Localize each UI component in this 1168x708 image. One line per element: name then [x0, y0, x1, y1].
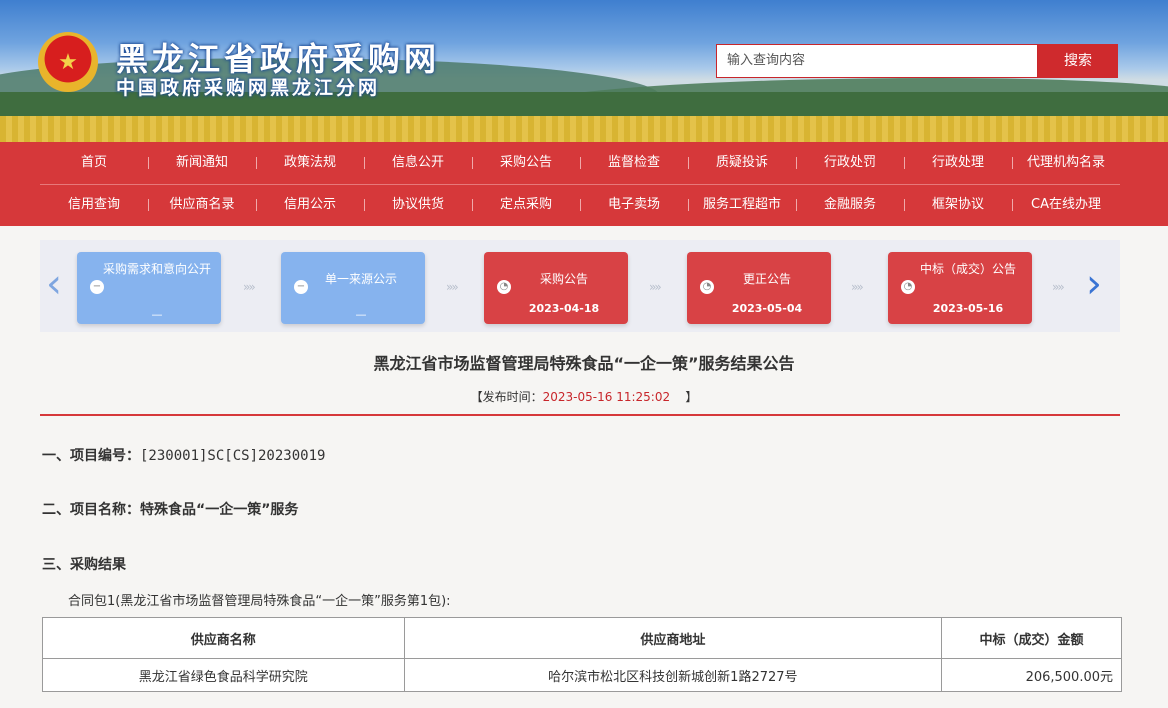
double-chevron-icon: »»	[1052, 280, 1065, 294]
step-date: —	[355, 308, 367, 321]
publish-time-value: 2023-05-16 11:25:02	[542, 390, 671, 404]
result-table: 供应商名称 供应商地址 中标（成交）金额 黑龙江省绿色食品科学研究院 哈尔滨市松…	[42, 617, 1122, 692]
progress-step[interactable]: ◔ 中标（成交）公告 2023-05-16	[888, 252, 1032, 324]
page-title: 黑龙江省市场监督管理局特殊食品“一企一策”服务结果公告	[373, 354, 795, 373]
nav-item-supplier-list[interactable]: 供应商名录	[148, 184, 256, 226]
step-label: 中标（成交）公告	[919, 262, 1016, 276]
step-date: 2023-05-04	[731, 302, 803, 315]
publish-time-end: 】	[685, 390, 698, 404]
chevron-left-icon[interactable]: ‹	[46, 264, 62, 304]
step-label: 更正公告	[742, 272, 791, 286]
publish-time-label: 【发布时间：	[470, 390, 543, 404]
step-label: 单一来源公示	[324, 272, 397, 286]
search-button[interactable]: 搜索	[1038, 44, 1118, 78]
supplier-address: 哈尔滨市松北区科技创新城创新1路2727号	[403, 658, 943, 692]
double-chevron-icon: »»	[446, 280, 459, 294]
progress-step[interactable]: ◔ 更正公告 2023-05-04	[687, 252, 831, 324]
double-chevron-icon: »»	[243, 280, 256, 294]
main-nav: 首页 新闻通知 政策法规 信息公开 采购公告 监督检查 质疑投诉 行政处罚 行政…	[0, 142, 1168, 226]
banner-field	[0, 116, 1168, 142]
step-label: 采购需求和意向公开	[102, 262, 211, 276]
section-value: 特殊食品“一企一策”服务	[140, 502, 299, 518]
nav-item-credit-query[interactable]: 信用查询	[40, 184, 148, 226]
nav-item-administrative[interactable]: 行政处理	[904, 142, 1012, 184]
title-divider	[40, 414, 1120, 416]
national-emblem-icon: ★	[38, 32, 98, 92]
minus-icon: −	[90, 280, 104, 294]
nav-item-agency-list[interactable]: 代理机构名录	[1012, 142, 1120, 184]
nav-item-policy[interactable]: 政策法规	[256, 142, 364, 184]
progress-step[interactable]: ◔ 采购公告 2023-04-18	[484, 252, 628, 324]
step-label: 采购公告	[539, 272, 588, 286]
progress-step[interactable]: − 单一来源公示 —	[281, 252, 425, 324]
nav-item-designated-procurement[interactable]: 定点采购	[472, 184, 580, 226]
table-header-row: 供应商名称 供应商地址 中标（成交）金额	[42, 617, 1122, 659]
progress-step[interactable]: − 采购需求和意向公开 —	[77, 252, 221, 324]
nav-item-service-market[interactable]: 服务工程超市	[688, 184, 796, 226]
section-label: 三、采购结果	[42, 557, 126, 573]
chevron-right-icon[interactable]: ›	[1086, 264, 1102, 304]
double-chevron-icon: »»	[851, 280, 864, 294]
section-project-number: 一、项目编号：[230001]SC[CS]20230019	[42, 445, 325, 465]
search-input[interactable]: 输入查询内容	[716, 44, 1038, 78]
header-banner: ★ 黑龙江省政府采购网 中国政府采购网黑龙江分网 输入查询内容 搜索	[0, 0, 1168, 142]
supplier-name: 黑龙江省绿色食品科学研究院	[42, 658, 405, 692]
nav-row-2: 信用查询 供应商名录 信用公示 协议供货 定点采购 电子卖场 服务工程超市 金融…	[40, 184, 1120, 226]
section-value: [230001]SC[CS]20230019	[140, 448, 326, 464]
section-label: 一、项目编号：	[42, 448, 140, 464]
nav-row-1: 首页 新闻通知 政策法规 信息公开 采购公告 监督检查 质疑投诉 行政处罚 行政…	[40, 142, 1120, 185]
step-date: 2023-04-18	[528, 302, 600, 315]
nav-item-info-disclosure[interactable]: 信息公开	[364, 142, 472, 184]
section-label: 二、项目名称：	[42, 502, 140, 518]
site-subtitle: 中国政府采购网黑龙江分网	[116, 77, 381, 99]
step-date: —	[151, 308, 163, 321]
nav-item-penalty[interactable]: 行政处罚	[796, 142, 904, 184]
nav-item-home[interactable]: 首页	[40, 142, 148, 184]
column-header: 供应商名称	[42, 617, 405, 659]
nav-item-financial-service[interactable]: 金融服务	[796, 184, 904, 226]
clock-icon: ◔	[901, 280, 915, 294]
nav-item-framework-agreement[interactable]: 框架协议	[904, 184, 1012, 226]
nav-item-procurement-notice[interactable]: 采购公告	[472, 142, 580, 184]
nav-item-supervision[interactable]: 监督检查	[580, 142, 688, 184]
award-amount: 206,500.00元	[941, 658, 1122, 692]
column-header: 中标（成交）金额	[941, 617, 1122, 659]
nav-item-news[interactable]: 新闻通知	[148, 142, 256, 184]
double-chevron-icon: »»	[649, 280, 662, 294]
table-row: 黑龙江省绿色食品科学研究院 哈尔滨市松北区科技创新城创新1路2727号 206,…	[42, 658, 1122, 692]
step-date: 2023-05-16	[932, 302, 1004, 315]
section-project-name: 二、项目名称：特殊食品“一企一策”服务	[42, 499, 298, 519]
column-header: 供应商地址	[403, 617, 943, 659]
procurement-progress: ‹ − 采购需求和意向公开 — »» − 单一来源公示 — »» ◔ 采购公告 …	[40, 240, 1120, 332]
nav-item-ca-online[interactable]: CA在线办理	[1012, 184, 1120, 226]
nav-item-e-mall[interactable]: 电子卖场	[580, 184, 688, 226]
nav-item-agreement-supply[interactable]: 协议供货	[364, 184, 472, 226]
nav-item-complaints[interactable]: 质疑投诉	[688, 142, 796, 184]
package-line: 合同包1(黑龙江省市场监督管理局特殊食品“一企一策”服务第1包):	[68, 594, 451, 609]
publish-time: 【发布时间：2023-05-16 11:25:02 】	[0, 388, 1168, 405]
nav-item-credit-publicity[interactable]: 信用公示	[256, 184, 364, 226]
section-procurement-result: 三、采购结果	[42, 554, 126, 574]
